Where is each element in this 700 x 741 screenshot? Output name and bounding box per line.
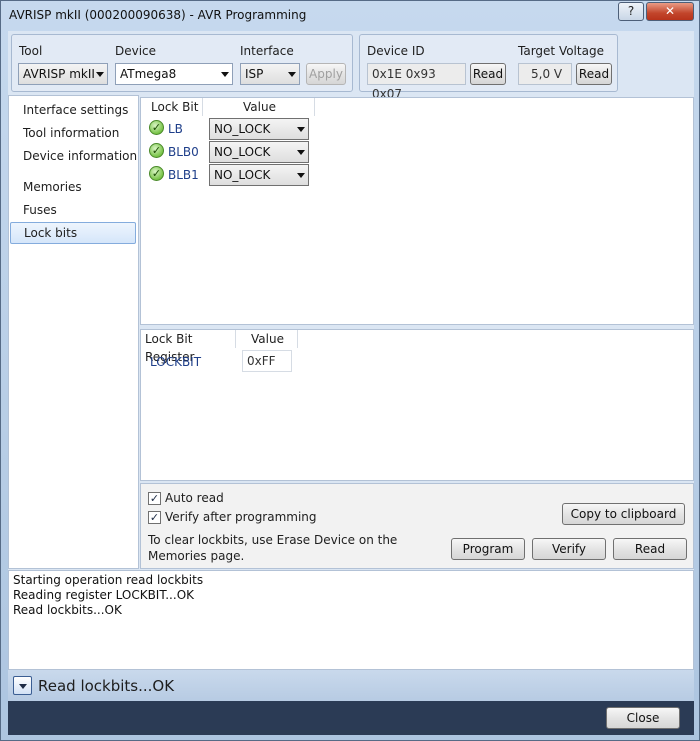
copy-to-clipboard-button[interactable]: Copy to clipboard — [562, 503, 685, 525]
lock-bit-register-panel: Lock Bit Register Value LOCKBIT 0xFF — [140, 329, 694, 481]
status-text: Read lockbits...OK — [38, 677, 175, 695]
register-value-field[interactable]: 0xFF — [242, 350, 292, 372]
sidebar-item-fuses[interactable]: Fuses — [23, 203, 57, 217]
options-panel: ✓ Auto read ✓ Verify after programming T… — [140, 483, 694, 569]
sidebar-item-lock-bits[interactable]: Lock bits — [10, 222, 136, 244]
verify-after-checkbox[interactable]: ✓ — [148, 511, 161, 524]
lock-bits-panel: Lock Bit Value ✓ LB NO_LOCK ✓ BLB0 NO_LO… — [140, 97, 694, 325]
chevron-down-icon — [297, 173, 305, 178]
tool-label: Tool — [19, 44, 43, 58]
verify-after-label: Verify after programming — [165, 510, 317, 524]
read-voltage-button[interactable]: Read — [576, 63, 612, 85]
lock-bit-name: LB — [168, 122, 183, 136]
lock-bit-blb0-select[interactable]: NO_LOCK — [209, 141, 309, 163]
check-icon: ✓ — [149, 166, 164, 181]
avr-programming-window: AVRISP mkII (000200090638) - AVR Program… — [0, 0, 700, 741]
auto-read-label: Auto read — [165, 491, 224, 505]
sidebar-item-tool-information[interactable]: Tool information — [23, 126, 119, 140]
dialog-footer: Close — [8, 701, 694, 735]
chevron-down-icon — [19, 684, 27, 689]
program-button[interactable]: Program — [451, 538, 525, 560]
operation-log[interactable]: Starting operation read lockbits Reading… — [8, 570, 694, 670]
target-voltage-field: 5,0 V — [518, 63, 572, 85]
clear-lockbits-hint: To clear lockbits, use Erase Device on t… — [148, 533, 398, 563]
device-select-value: ATmega8 — [120, 67, 177, 81]
register-value-column-header: Value — [236, 330, 298, 348]
status-bar: Read lockbits...OK — [8, 670, 694, 701]
log-line: Reading register LOCKBIT...OK — [13, 588, 195, 602]
read-lockbits-button[interactable]: Read — [613, 538, 687, 560]
interface-select[interactable]: ISP — [240, 63, 300, 85]
register-column-header: Lock Bit Register — [141, 330, 236, 364]
window-close-button[interactable]: ✕ — [646, 2, 694, 21]
value-column-header: Value — [203, 98, 315, 116]
lock-bit-lb-select[interactable]: NO_LOCK — [209, 118, 309, 140]
check-icon: ✓ — [149, 143, 164, 158]
interface-select-value: ISP — [245, 67, 264, 81]
verify-button[interactable]: Verify — [532, 538, 606, 560]
sidebar-item-interface-settings[interactable]: Interface settings — [23, 103, 128, 117]
help-button[interactable]: ? — [618, 2, 644, 21]
device-info-group: Device ID 0x1E 0x93 0x07 Read Target Vol… — [359, 34, 618, 101]
device-label: Device — [115, 44, 157, 58]
chevron-down-icon — [297, 127, 305, 132]
close-button[interactable]: Close — [606, 707, 680, 729]
window-title: AVRISP mkII (000200090638) - AVR Program… — [9, 8, 307, 22]
sidebar: Interface settings Tool information Devi… — [8, 95, 139, 569]
tool-select-value: AVRISP mkII — [23, 67, 95, 81]
device-select[interactable]: ATmega8 — [115, 63, 233, 85]
log-line: Starting operation read lockbits — [13, 573, 204, 587]
read-device-id-button[interactable]: Read — [470, 63, 506, 85]
tool-select[interactable]: AVRISP mkII — [18, 63, 108, 85]
auto-read-checkbox[interactable]: ✓ — [148, 492, 161, 505]
register-name: LOCKBIT — [150, 355, 202, 369]
expand-log-button[interactable] — [13, 676, 32, 695]
check-icon: ✓ — [149, 120, 164, 135]
lock-bit-name: BLB0 — [168, 145, 199, 159]
interface-label: Interface — [240, 44, 294, 58]
sidebar-item-device-information[interactable]: Device information — [23, 149, 137, 163]
lock-bit-name: BLB1 — [168, 168, 199, 182]
device-id-field: 0x1E 0x93 0x07 — [367, 63, 466, 101]
lock-bit-value: NO_LOCK — [214, 168, 271, 182]
device-id-label: Device ID — [367, 44, 425, 58]
chevron-down-icon — [96, 72, 104, 77]
lock-bit-value: NO_LOCK — [214, 145, 271, 159]
log-line: Read lockbits...OK — [13, 603, 122, 617]
chevron-down-icon — [297, 150, 305, 155]
sidebar-item-memories[interactable]: Memories — [23, 180, 82, 194]
tool-settings-group: Tool AVRISP mkII Device ATmega8 Interfac… — [11, 34, 353, 92]
lock-bit-column-header: Lock Bit — [141, 98, 203, 116]
lock-bit-blb1-select[interactable]: NO_LOCK — [209, 164, 309, 186]
chevron-down-icon — [221, 72, 229, 77]
apply-button[interactable]: Apply — [306, 63, 346, 85]
lock-bit-value: NO_LOCK — [214, 122, 271, 136]
target-voltage-label: Target Voltage — [518, 44, 604, 58]
chevron-down-icon — [288, 72, 296, 77]
client-area: Tool AVRISP mkII Device ATmega8 Interfac… — [8, 31, 694, 735]
title-bar[interactable]: AVRISP mkII (000200090638) - AVR Program… — [1, 1, 699, 31]
